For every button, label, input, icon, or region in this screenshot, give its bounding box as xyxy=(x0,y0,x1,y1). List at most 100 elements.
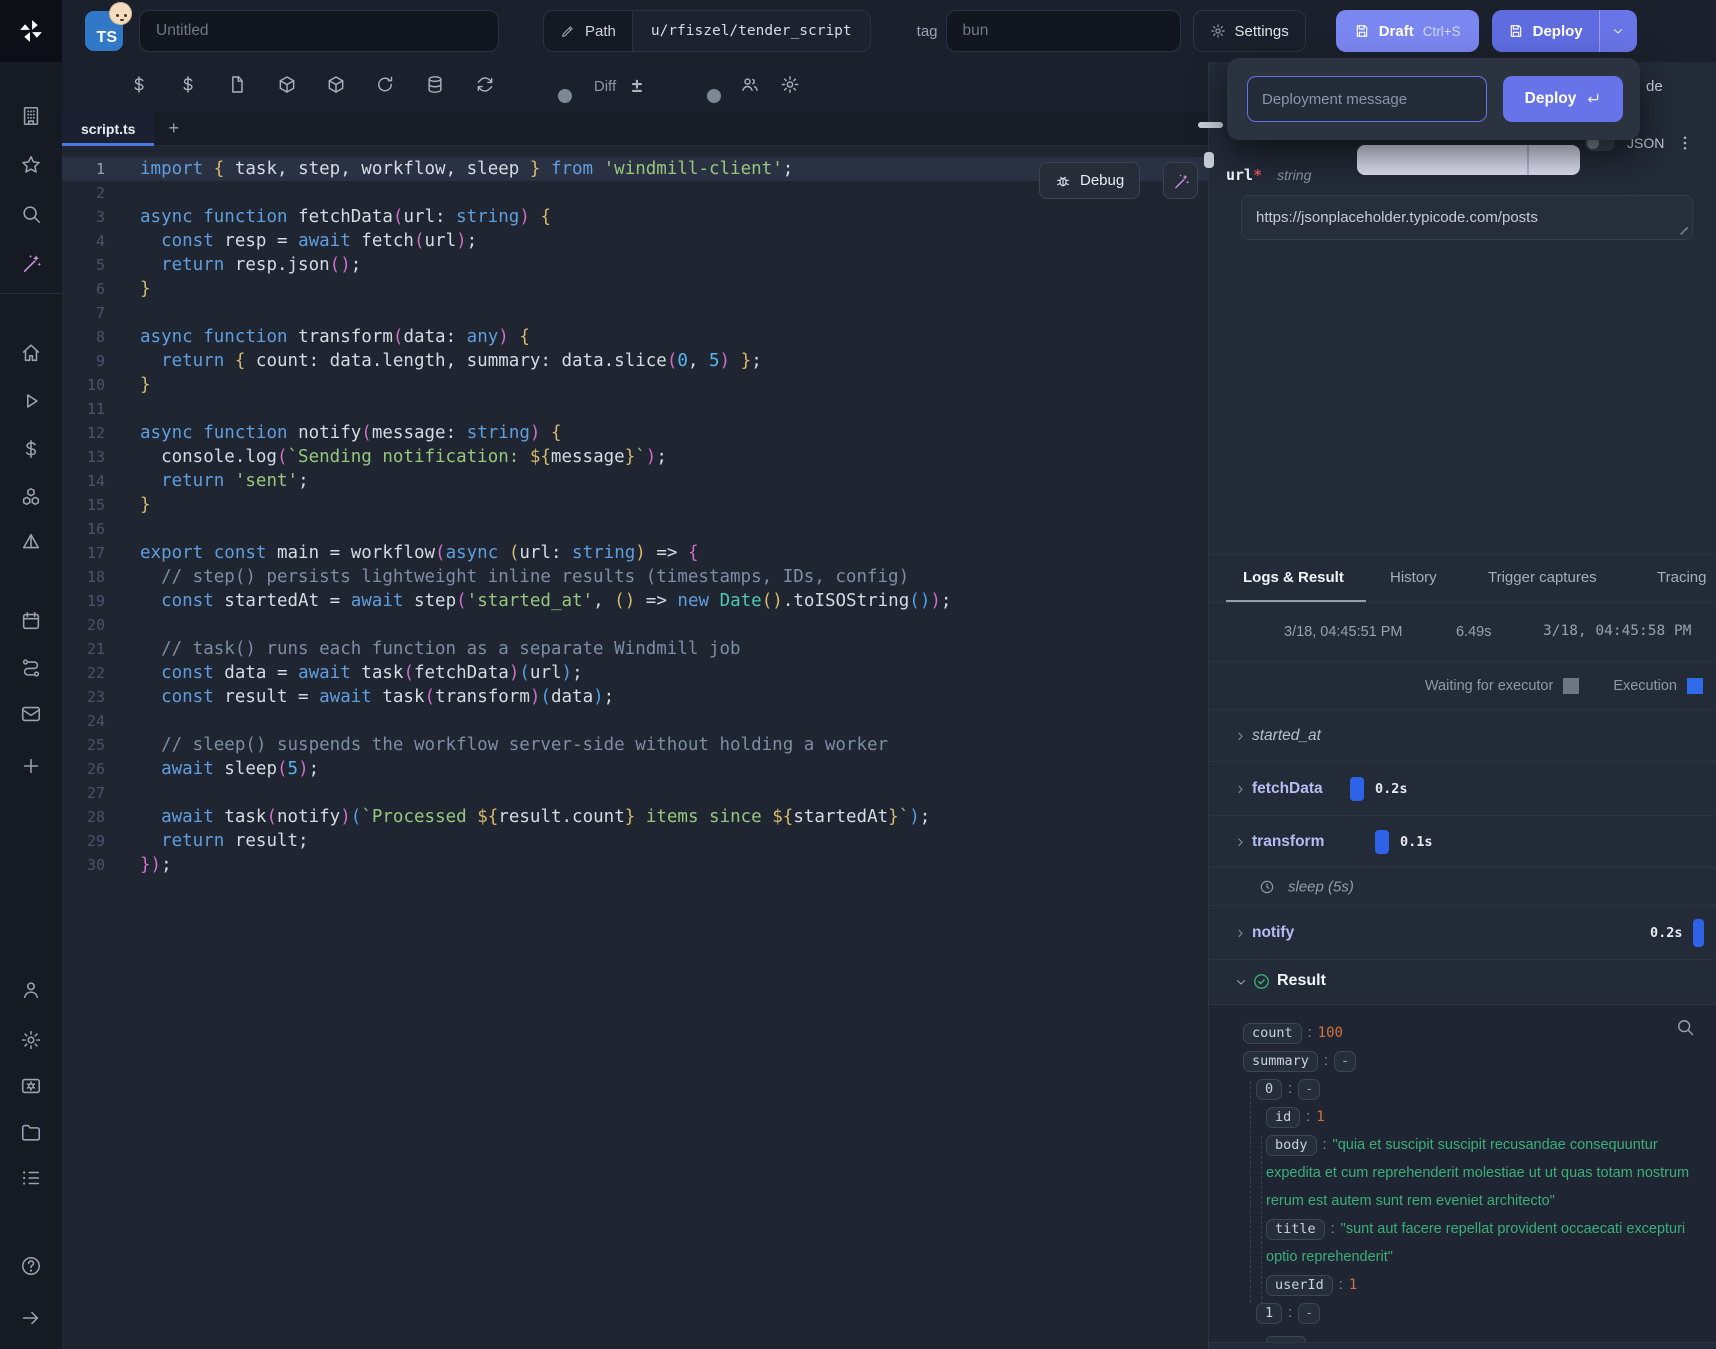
right-panel: de JSON url* string Logs & ResultHistory… xyxy=(1208,62,1716,1349)
dollar-icon xyxy=(20,438,42,460)
bun-runtime-badge xyxy=(109,2,132,25)
sidebar-item-list[interactable] xyxy=(20,1167,42,1189)
legend-swatch xyxy=(1687,678,1703,694)
sidebar-item-arrow-right[interactable] xyxy=(20,1307,42,1329)
json-key-pill[interactable]: count xyxy=(1243,1023,1302,1044)
timeline-row-transform[interactable]: transform0.1s xyxy=(1209,816,1716,868)
sidebar-item-mail[interactable] xyxy=(20,703,42,725)
sidebar-item-cubes[interactable] xyxy=(20,486,42,508)
play-icon xyxy=(20,390,42,412)
debug-button[interactable]: Debug xyxy=(1039,162,1140,199)
json-key-pill[interactable]: 1 xyxy=(1256,1303,1282,1324)
toolbar-dollar-button[interactable] xyxy=(129,75,149,100)
sidebar-item-play[interactable] xyxy=(20,390,42,412)
kebab-menu-icon[interactable] xyxy=(1676,134,1694,152)
toolbar-dollar-button[interactable] xyxy=(178,75,198,100)
diff-label: Diff xyxy=(594,78,616,95)
scrollbar-thumb[interactable] xyxy=(1204,152,1214,168)
plus-minus-icon[interactable]: ± xyxy=(632,76,642,97)
sidebar-item-route[interactable] xyxy=(20,657,42,679)
json-collapsed-pill[interactable]: - xyxy=(1298,1079,1320,1100)
tab-tracing[interactable]: Tracing xyxy=(1657,569,1706,586)
toolbar-cycle-button[interactable] xyxy=(375,75,395,100)
deployment-message-input[interactable] xyxy=(1247,76,1487,122)
chevron-right-icon xyxy=(1234,729,1247,742)
sidebar-item-pyramid[interactable] xyxy=(20,532,42,554)
run-test-button[interactable] xyxy=(1357,145,1580,175)
toolbar-database-button[interactable] xyxy=(425,75,445,100)
panel-resize-handle[interactable] xyxy=(1198,122,1223,128)
sidebar-item-star[interactable] xyxy=(20,154,42,176)
magic-wand-icon xyxy=(1172,172,1190,190)
toolbar-box-button[interactable] xyxy=(277,75,297,100)
timeline-row-notify[interactable]: notify0.2s xyxy=(1209,906,1716,960)
sidebar-item-building[interactable] xyxy=(20,105,42,127)
json-key-pill[interactable]: userId xyxy=(1266,1275,1333,1296)
help-icon xyxy=(20,1255,42,1277)
sidebar-item-dollar[interactable] xyxy=(20,438,42,460)
json-key-pill[interactable]: body xyxy=(1266,1135,1317,1156)
json-collapsed-pill[interactable]: - xyxy=(1334,1051,1356,1072)
sidebar-item-help[interactable] xyxy=(20,1255,42,1277)
json-key-pill[interactable]: 0 xyxy=(1256,1079,1282,1100)
editor-settings-button[interactable] xyxy=(780,75,800,100)
json-collapsed-pill[interactable]: - xyxy=(1298,1303,1320,1324)
tag-input[interactable] xyxy=(946,10,1181,52)
sidebar xyxy=(0,62,62,1349)
ai-assistant-button[interactable] xyxy=(1163,162,1198,199)
json-key-pill[interactable]: summary xyxy=(1243,1051,1318,1072)
new-tab-button[interactable]: + xyxy=(154,112,193,145)
step-label: fetchData xyxy=(1252,780,1323,798)
sidebar-item-gear[interactable] xyxy=(20,1029,42,1051)
path-group[interactable]: Path u/rfiszel/tender_script xyxy=(543,10,871,52)
timeline-row-started-at[interactable]: started_at xyxy=(1209,710,1716,762)
sidebar-item-folder[interactable] xyxy=(20,1121,42,1143)
script-title-input[interactable] xyxy=(139,10,499,52)
search-json-icon[interactable] xyxy=(1675,1017,1695,1037)
code-line-21: 21 // task() runs each function as a sep… xyxy=(62,637,1208,661)
deploy-button[interactable]: Deploy xyxy=(1492,10,1599,52)
code-line-29: 29 return result; xyxy=(62,829,1208,853)
diff-label-wrap: Diff xyxy=(594,78,616,96)
save-icon xyxy=(1354,23,1370,39)
sidebar-item-search[interactable] xyxy=(20,203,42,225)
toolbar-box-button[interactable] xyxy=(326,75,346,100)
sidebar-item-home[interactable] xyxy=(20,342,42,364)
tab-trigger-captures[interactable]: Trigger captures xyxy=(1488,569,1597,586)
result-row[interactable]: Result xyxy=(1209,960,1716,1005)
deploy-dropdown-button[interactable] xyxy=(1599,10,1637,52)
sidebar-item-wand[interactable] xyxy=(20,252,42,274)
sidebar-item-person[interactable] xyxy=(20,979,42,1001)
settings-button[interactable]: Settings xyxy=(1193,10,1306,52)
json-key-pill[interactable]: title xyxy=(1266,1219,1325,1240)
app-logo[interactable] xyxy=(0,0,62,62)
code-editor[interactable]: 1import { task, step, workflow, sleep } … xyxy=(62,146,1208,1349)
tab-history[interactable]: History xyxy=(1390,569,1437,586)
diff-stat[interactable]: ± xyxy=(632,76,642,98)
tab-script-ts[interactable]: script.ts xyxy=(62,112,154,145)
tab-logs-result[interactable]: Logs & Result xyxy=(1243,569,1344,586)
url-input[interactable] xyxy=(1241,195,1693,240)
timeline-row-sleep-5s-[interactable]: sleep (5s) xyxy=(1209,868,1716,906)
code-lines: 1import { task, step, workflow, sleep } … xyxy=(62,146,1208,877)
required-mark: * xyxy=(1253,166,1262,184)
timeline-row-fetchData[interactable]: fetchData0.2s xyxy=(1209,762,1716,816)
toolbar-file-button[interactable] xyxy=(227,75,247,100)
popup-deploy-button[interactable]: Deploy xyxy=(1503,76,1623,122)
code-line-3: 3async function fetchData(url: string) { xyxy=(62,205,1208,229)
result-json-viewer: count:100summary:-0:-id:1body:"quia et s… xyxy=(1209,1005,1716,1343)
draft-button[interactable]: Draft Ctrl+S xyxy=(1336,10,1479,52)
sidebar-item-calendar[interactable] xyxy=(20,610,42,632)
calendar-icon xyxy=(20,610,42,632)
code-line-7: 7 xyxy=(62,301,1208,325)
sidebar-item-worker[interactable] xyxy=(20,1075,42,1097)
url-field-header: url* string xyxy=(1226,166,1311,184)
toolbar-refresh-button[interactable] xyxy=(475,75,495,100)
multiplayer-button[interactable] xyxy=(740,75,760,100)
sidebar-item-plus[interactable] xyxy=(20,755,42,777)
json-key-pill[interactable]: id xyxy=(1266,1107,1300,1128)
code-line-14: 14 return 'sent'; xyxy=(62,469,1208,493)
code-line-23: 23 const result = await task(transform)(… xyxy=(62,685,1208,709)
json-key-pill[interactable] xyxy=(1266,1336,1306,1343)
mail-icon xyxy=(20,703,42,725)
